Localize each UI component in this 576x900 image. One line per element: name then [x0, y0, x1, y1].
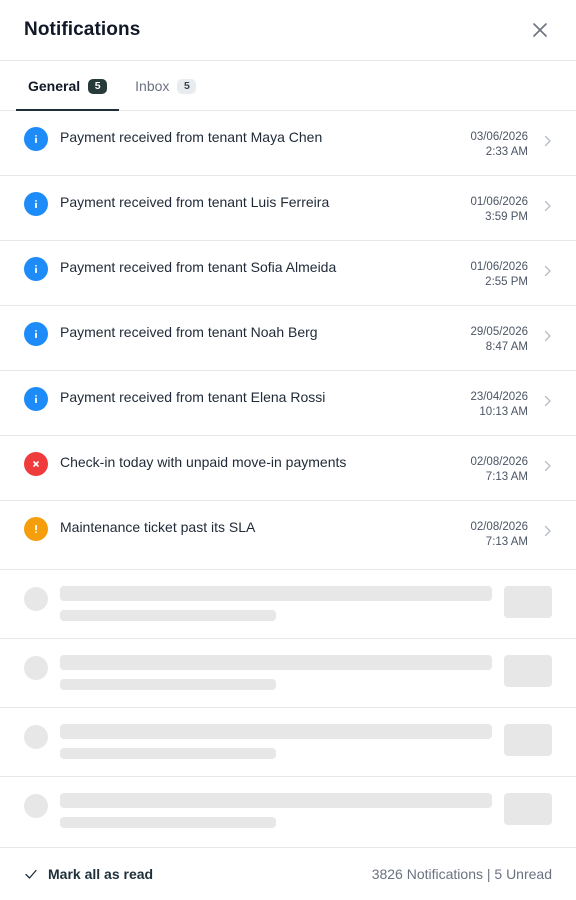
notification-tabs: General 5 Inbox 5 [0, 61, 576, 111]
notification-item[interactable]: Payment received from tenant Maya Chen 0… [0, 111, 576, 176]
close-button[interactable] [528, 18, 552, 42]
skeleton-line [60, 610, 276, 621]
skeleton-line [60, 679, 276, 690]
info-icon [24, 387, 48, 411]
notification-date: 01/06/2026 [470, 261, 528, 273]
chevron-right-icon [528, 525, 552, 537]
notification-timestamp: 01/06/2026 3:59 PM [438, 195, 528, 225]
skeleton-block [504, 793, 552, 825]
notification-time: 7:13 AM [485, 536, 528, 548]
skeleton-line [60, 793, 492, 808]
notification-date: 01/06/2026 [470, 196, 528, 208]
skeleton-block [504, 586, 552, 618]
notification-timestamp: 03/06/2026 2:33 AM [438, 130, 528, 160]
notification-date: 02/08/2026 [470, 521, 528, 533]
notification-item[interactable]: Payment received from tenant Noah Berg 2… [0, 306, 576, 371]
notification-count-summary: 3826 Notifications | 5 Unread [371, 866, 552, 882]
notification-message: Maintenance ticket past its SLA [60, 519, 256, 535]
chevron-right-icon [528, 200, 552, 212]
info-icon [24, 322, 48, 346]
notification-message: Check-in today with unpaid move-in payme… [60, 454, 347, 470]
notification-timestamp: 02/08/2026 7:13 AM [438, 520, 528, 550]
notification-message: Payment received from tenant Luis Ferrei… [60, 194, 330, 210]
error-icon [24, 452, 48, 476]
tab-label: General [28, 78, 81, 94]
notification-message: Payment received from tenant Sofia Almei… [60, 259, 337, 275]
info-icon [24, 192, 48, 216]
skeleton-row [0, 639, 576, 708]
skeleton-block [504, 724, 552, 756]
tab-count-badge: 5 [177, 78, 197, 94]
notification-item[interactable]: Payment received from tenant Sofia Almei… [0, 241, 576, 306]
tab-inbox[interactable]: Inbox 5 [123, 60, 208, 110]
skeleton-line [60, 586, 492, 601]
info-icon [24, 127, 48, 151]
close-icon [533, 23, 547, 37]
tab-general[interactable]: General 5 [16, 60, 120, 111]
notification-time: 8:47 AM [485, 341, 528, 353]
skeleton-avatar [24, 794, 48, 818]
notification-date: 23/04/2026 [470, 391, 528, 403]
notification-timestamp: 01/06/2026 2:55 PM [438, 260, 528, 290]
mark-all-read-label: Mark all as read [48, 866, 154, 882]
panel-title: Notifications [24, 19, 141, 40]
notifications-header: Notifications [0, 0, 576, 61]
notification-item[interactable]: Maintenance ticket past its SLA 02/08/20… [0, 501, 576, 570]
skeleton-avatar [24, 587, 48, 611]
notification-list: Payment received from tenant Maya Chen 0… [0, 111, 576, 570]
notification-item[interactable]: Payment received from tenant Luis Ferrei… [0, 176, 576, 241]
skeleton-block [504, 655, 552, 687]
tab-count-badge: 5 [88, 78, 108, 94]
notification-timestamp: 29/05/2026 8:47 AM [438, 325, 528, 355]
loading-skeleton-list [0, 570, 576, 846]
notification-time: 10:13 AM [479, 406, 528, 418]
mark-all-read-button[interactable]: Mark all as read [24, 866, 153, 882]
chevron-right-icon [528, 460, 552, 472]
notification-time: 3:59 PM [485, 211, 528, 223]
notification-date: 02/08/2026 [470, 456, 528, 468]
check-icon [24, 868, 38, 880]
notification-item[interactable]: Check-in today with unpaid move-in payme… [0, 436, 576, 501]
skeleton-row [0, 570, 576, 639]
skeleton-line [60, 655, 492, 670]
notification-timestamp: 02/08/2026 7:13 AM [438, 455, 528, 485]
notification-time: 2:55 PM [485, 276, 528, 288]
skeleton-line [60, 748, 276, 759]
info-icon [24, 257, 48, 281]
chevron-right-icon [528, 330, 552, 342]
chevron-right-icon [528, 265, 552, 277]
notification-item[interactable]: Payment received from tenant Elena Rossi… [0, 371, 576, 436]
notification-message: Payment received from tenant Elena Rossi [60, 389, 326, 405]
skeleton-line [60, 817, 276, 828]
notification-date: 03/06/2026 [470, 131, 528, 143]
tab-label: Inbox [135, 78, 170, 94]
notification-message: Payment received from tenant Maya Chen [60, 129, 323, 145]
notification-message: Payment received from tenant Noah Berg [60, 324, 318, 340]
skeleton-line [60, 724, 492, 739]
chevron-right-icon [528, 395, 552, 407]
skeleton-avatar [24, 656, 48, 680]
skeleton-row [0, 708, 576, 777]
notifications-footer: Mark all as read 3826 Notifications | 5 … [0, 847, 576, 900]
chevron-right-icon [528, 135, 552, 147]
warning-icon [24, 517, 48, 541]
notification-time: 7:13 AM [485, 471, 528, 483]
notification-date: 29/05/2026 [470, 326, 528, 338]
notification-timestamp: 23/04/2026 10:13 AM [438, 390, 528, 420]
skeleton-avatar [24, 725, 48, 749]
notification-time: 2:33 AM [485, 146, 528, 158]
skeleton-row [0, 777, 576, 846]
